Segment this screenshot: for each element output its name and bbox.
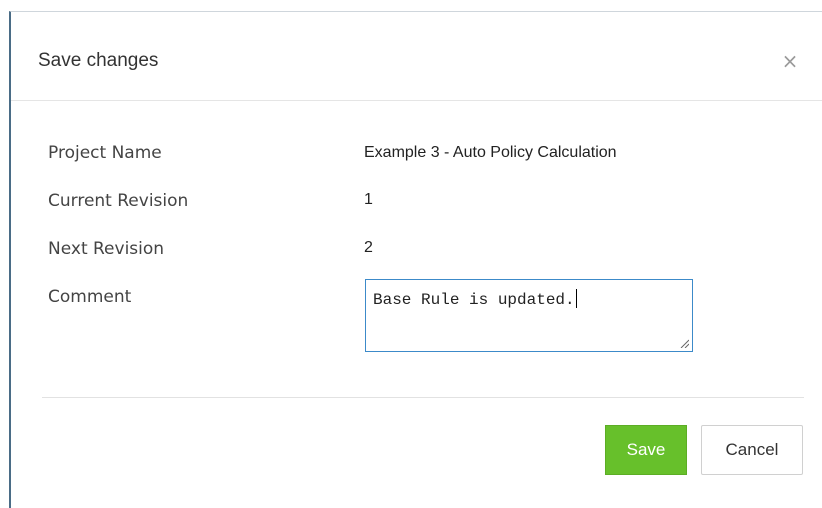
cancel-button[interactable]: Cancel [701,425,803,475]
dialog-title: Save changes [38,50,159,71]
resize-handle-icon[interactable] [679,338,689,348]
project-name-label: Project Name [48,143,162,163]
text-caret [575,289,577,308]
comment-label: Comment [48,287,132,307]
current-revision-value: 1 [364,191,373,208]
save-button[interactable]: Save [605,425,687,475]
comment-text: Base Rule is updated. [373,291,575,309]
save-changes-dialog: Save changes × Project Name Example 3 - … [9,11,822,508]
comment-textarea[interactable]: Base Rule is updated. [365,279,693,352]
dialog-header: Save changes × [11,12,822,101]
current-revision-label: Current Revision [48,191,189,211]
close-icon[interactable]: × [778,49,802,73]
page: Save changes × Project Name Example 3 - … [0,0,822,508]
next-revision-label: Next Revision [48,239,165,259]
footer-divider [42,397,804,398]
project-name-value: Example 3 - Auto Policy Calculation [364,144,617,161]
next-revision-value: 2 [364,239,373,256]
